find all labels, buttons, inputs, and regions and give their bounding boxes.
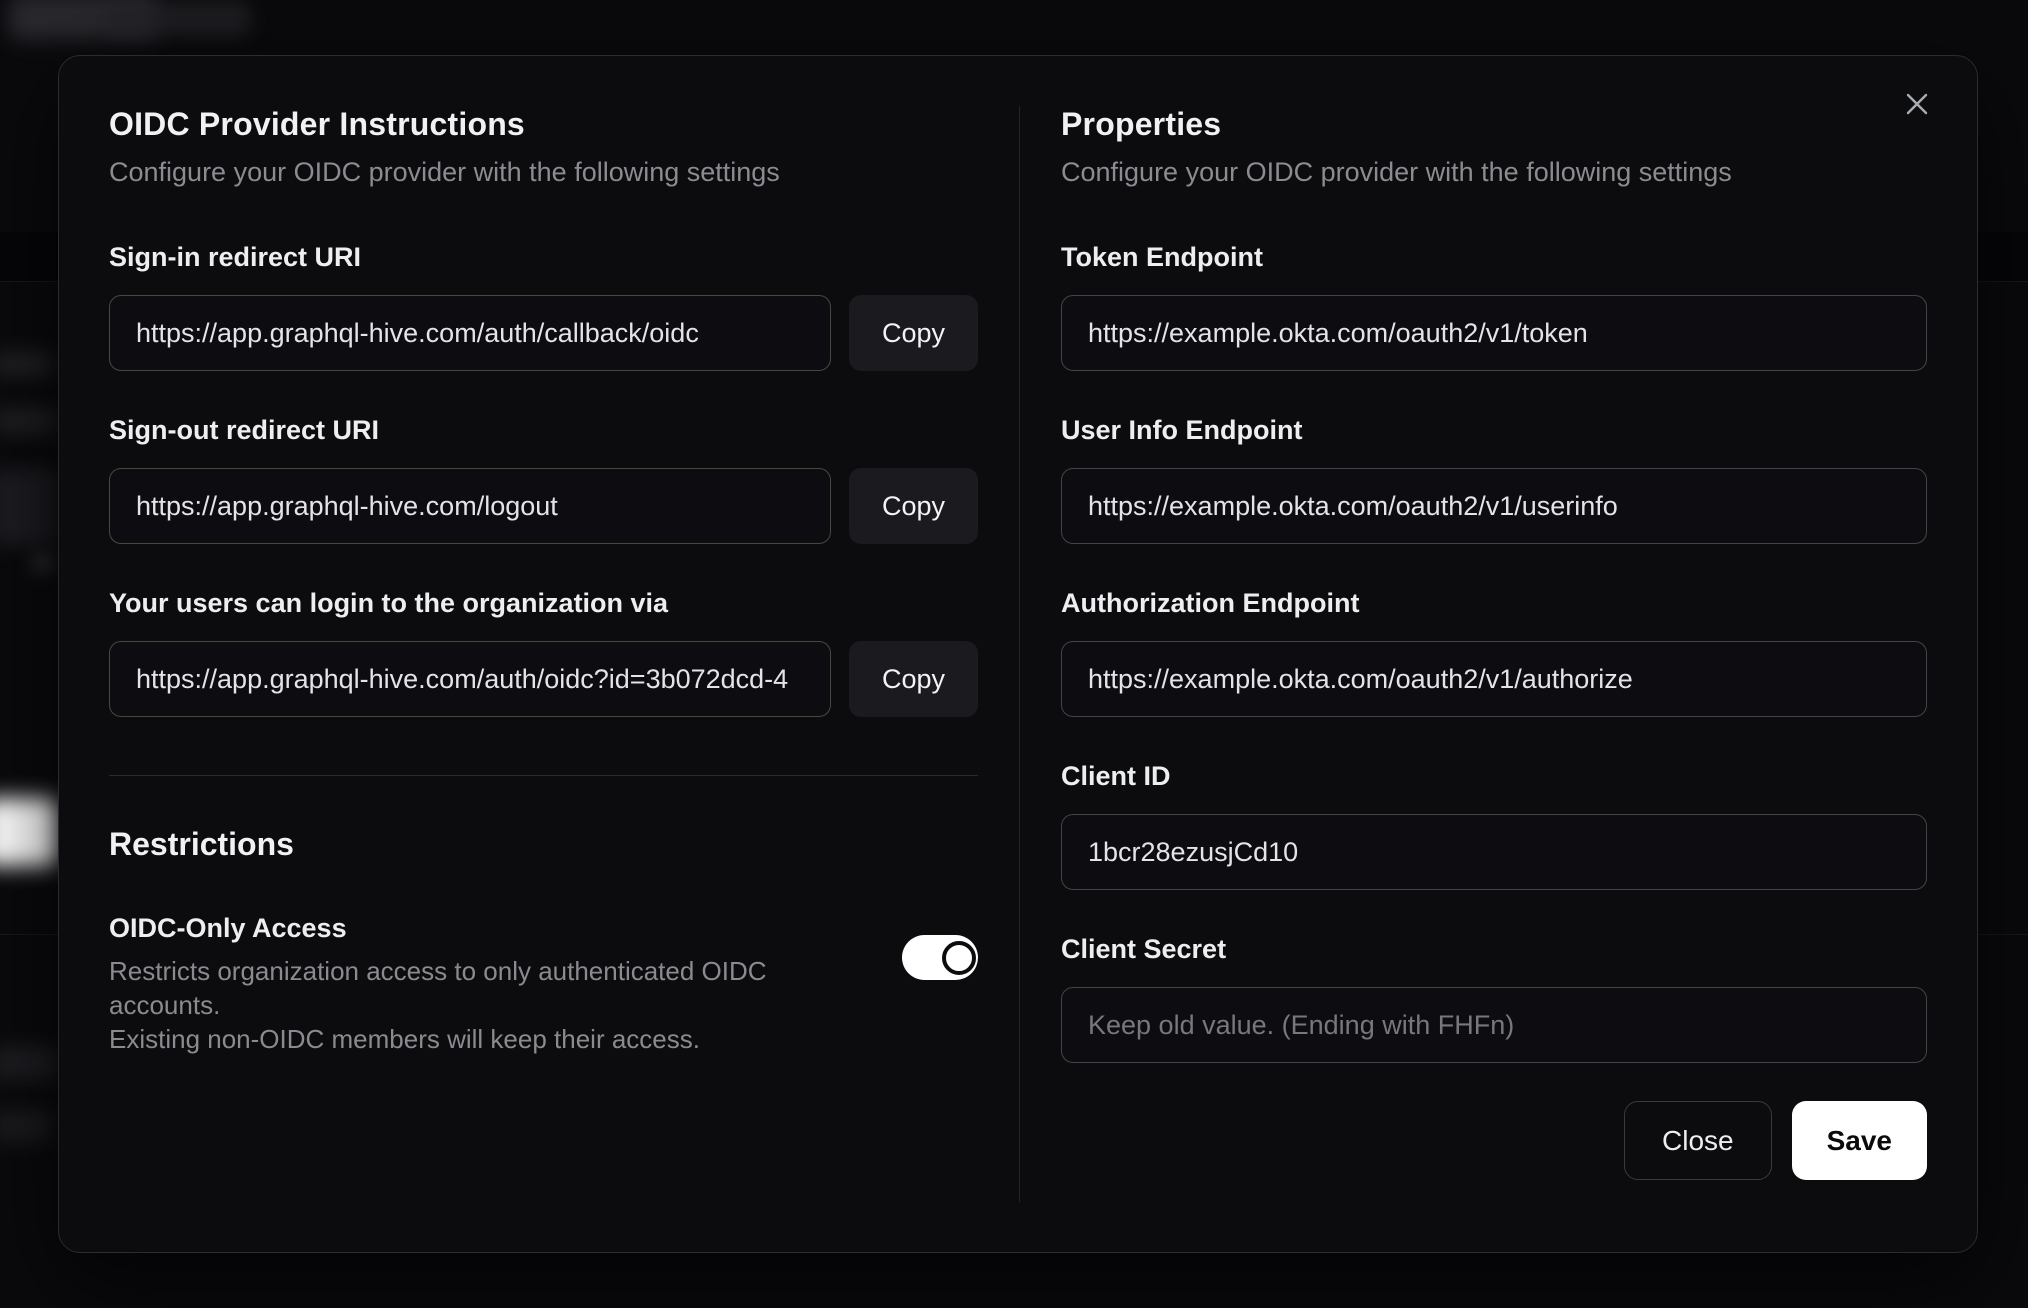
instructions-restrictions-divider: [109, 775, 978, 776]
close-button[interactable]: Close: [1624, 1101, 1772, 1180]
oidc-only-access-row: OIDC-Only Access Restricts organization …: [109, 913, 978, 1056]
background-text-blur: [0, 408, 58, 434]
authorization-endpoint-label: Authorization Endpoint: [1061, 588, 1360, 618]
background-text-blur: [0, 352, 54, 376]
sign-in-redirect-input[interactable]: [109, 295, 831, 371]
token-endpoint-input[interactable]: [1061, 295, 1927, 371]
copy-sign-out-uri-button[interactable]: Copy: [849, 468, 978, 544]
client-secret-field: Client Secret: [1061, 934, 1927, 1063]
sign-in-redirect-field: Sign-in redirect URI Copy: [109, 242, 978, 371]
restrictions-title: Restrictions: [109, 826, 294, 862]
org-login-url-input[interactable]: [109, 641, 831, 717]
user-info-endpoint-input[interactable]: [1061, 468, 1927, 544]
oidc-only-access-description: Restricts organization access to only au…: [109, 956, 767, 1054]
user-info-endpoint-field: User Info Endpoint: [1061, 415, 1927, 544]
sign-out-redirect-label: Sign-out redirect URI: [109, 415, 380, 445]
org-login-url-field: Your users can login to the organization…: [109, 588, 978, 717]
authorization-endpoint-input[interactable]: [1061, 641, 1927, 717]
background-text-blur: [0, 1046, 58, 1080]
client-id-label: Client ID: [1061, 761, 1171, 791]
instructions-title: OIDC Provider Instructions: [109, 106, 525, 142]
org-login-url-label: Your users can login to the organization…: [109, 588, 669, 618]
properties-column: Properties Configure your OIDC provider …: [1061, 106, 1927, 1202]
token-endpoint-label: Token Endpoint: [1061, 242, 1263, 272]
dialog-close-button[interactable]: [1895, 82, 1939, 126]
user-info-endpoint-label: User Info Endpoint: [1061, 415, 1303, 445]
client-secret-label: Client Secret: [1061, 934, 1227, 964]
instructions-column: OIDC Provider Instructions Configure you…: [109, 106, 978, 1202]
oidc-settings-dialog: OIDC Provider Instructions Configure you…: [58, 55, 1978, 1253]
sign-in-redirect-label: Sign-in redirect URI: [109, 242, 362, 272]
dialog-actions: Close Save: [1061, 1101, 1927, 1180]
copy-org-login-url-button[interactable]: Copy: [849, 641, 978, 717]
copy-sign-in-uri-button[interactable]: Copy: [849, 295, 978, 371]
columns-divider: [1019, 106, 1020, 1202]
client-id-input[interactable]: [1061, 814, 1927, 890]
oidc-only-access-toggle[interactable]: [902, 935, 978, 980]
properties-subtitle: Configure your OIDC provider with the fo…: [1061, 157, 1732, 187]
sign-out-redirect-field: Sign-out redirect URI Copy: [109, 415, 978, 544]
close-icon: [1906, 93, 1928, 115]
oidc-only-access-label: OIDC-Only Access: [109, 913, 347, 943]
client-id-field: Client ID: [1061, 761, 1927, 890]
sign-out-redirect-input[interactable]: [109, 468, 831, 544]
background-text-blur: [0, 1110, 52, 1142]
properties-title: Properties: [1061, 106, 1222, 142]
background-logo-text-blur: [105, 2, 250, 36]
background-card-blur: [0, 468, 58, 546]
authorization-endpoint-field: Authorization Endpoint: [1061, 588, 1927, 717]
save-button[interactable]: Save: [1791, 1101, 1927, 1180]
instructions-subtitle: Configure your OIDC provider with the fo…: [109, 157, 780, 187]
token-endpoint-field: Token Endpoint: [1061, 242, 1927, 371]
background-white-button-blur: [0, 798, 58, 866]
toggle-thumb: [942, 940, 976, 975]
client-secret-input[interactable]: [1061, 987, 1927, 1063]
background-icon-blur: [30, 552, 56, 574]
